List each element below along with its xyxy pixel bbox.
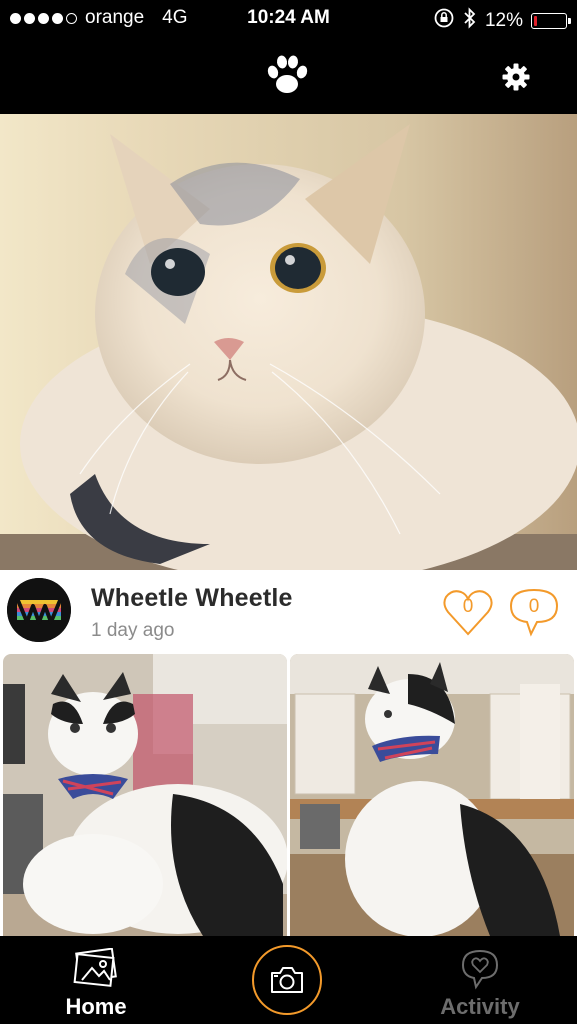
tab-activity[interactable]: Activity: [422, 948, 538, 1024]
comment-button[interactable]: 0: [507, 586, 561, 638]
rotation-lock-icon: [433, 7, 455, 35]
tab-home[interactable]: Home: [42, 947, 150, 1024]
avatar[interactable]: [7, 578, 71, 642]
post-photo[interactable]: [3, 654, 287, 936]
gear-icon[interactable]: [501, 62, 531, 97]
comment-count: 0: [528, 596, 540, 617]
battery-percent: 12%: [484, 10, 523, 31]
post-time-ago: 1 day ago: [91, 620, 175, 641]
like-button[interactable]: 0: [441, 586, 495, 638]
nav-bar: [0, 38, 577, 114]
hero-cat-photo[interactable]: [0, 114, 577, 570]
heart-bubble-icon: [459, 948, 501, 995]
post-username[interactable]: Wheetle Wheetle: [91, 584, 293, 613]
bluetooth-icon: [463, 7, 477, 35]
status-bar: orange 4G 10:24 AM 12%: [0, 0, 577, 38]
photos-icon: [72, 947, 120, 993]
tab-activity-label: Activity: [440, 994, 520, 1019]
camera-icon: [268, 963, 306, 1002]
tab-home-label: Home: [65, 994, 127, 1019]
paw-icon[interactable]: [265, 54, 309, 101]
camera-button[interactable]: [252, 945, 322, 1015]
post-photo[interactable]: [290, 654, 574, 936]
like-count: 0: [462, 596, 474, 617]
battery-icon: [531, 13, 571, 29]
